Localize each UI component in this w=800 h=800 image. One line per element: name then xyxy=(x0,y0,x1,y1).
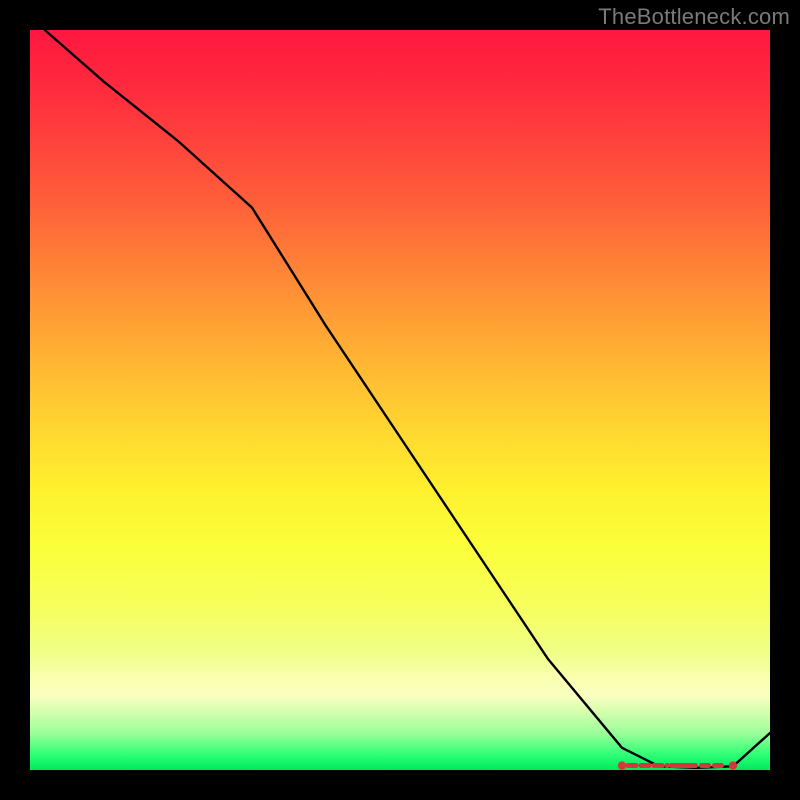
marker-band xyxy=(618,761,737,769)
curve-line xyxy=(45,30,770,768)
watermark-text: TheBottleneck.com xyxy=(598,4,790,30)
plot-area xyxy=(30,30,770,770)
chart-canvas: TheBottleneck.com xyxy=(0,0,800,800)
chart-svg xyxy=(30,30,770,770)
